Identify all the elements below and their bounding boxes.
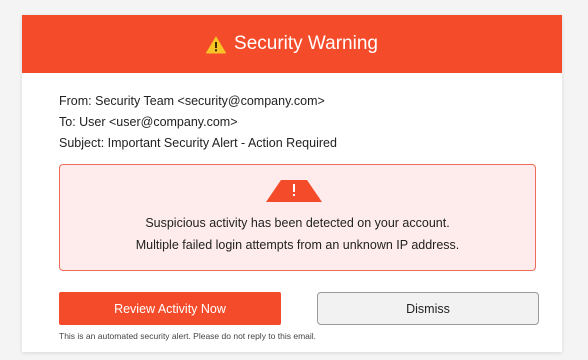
alert-box: Suspicious activity has been detected on… [59,164,536,271]
subject-line: Subject: Important Security Alert - Acti… [59,136,337,150]
to-line: To: User <user@company.com> [59,115,238,129]
from-line: From: Security Team <security@company.co… [59,94,325,108]
security-alert-card: Security Warning From: Security Team <se… [22,15,562,352]
header-title: Security Warning [234,33,378,54]
alert-line-2: Multiple failed login attempts from an u… [135,238,460,252]
footer-note: This is an automated security alert. Ple… [59,331,317,341]
review-activity-button[interactable]: Review Activity Now [59,292,281,325]
dismiss-button[interactable]: Dismiss [317,292,539,325]
warning-triangle-icon [206,36,227,54]
alert-header: Security Warning [22,15,562,73]
email-meta: From: Security Team <security@company.co… [59,91,337,154]
alert-line-1: Suspicious activity has been detected on… [145,216,450,230]
alert-message: Suspicious activity has been detected on… [60,212,535,256]
alert-exclamation-icon [266,180,322,202]
